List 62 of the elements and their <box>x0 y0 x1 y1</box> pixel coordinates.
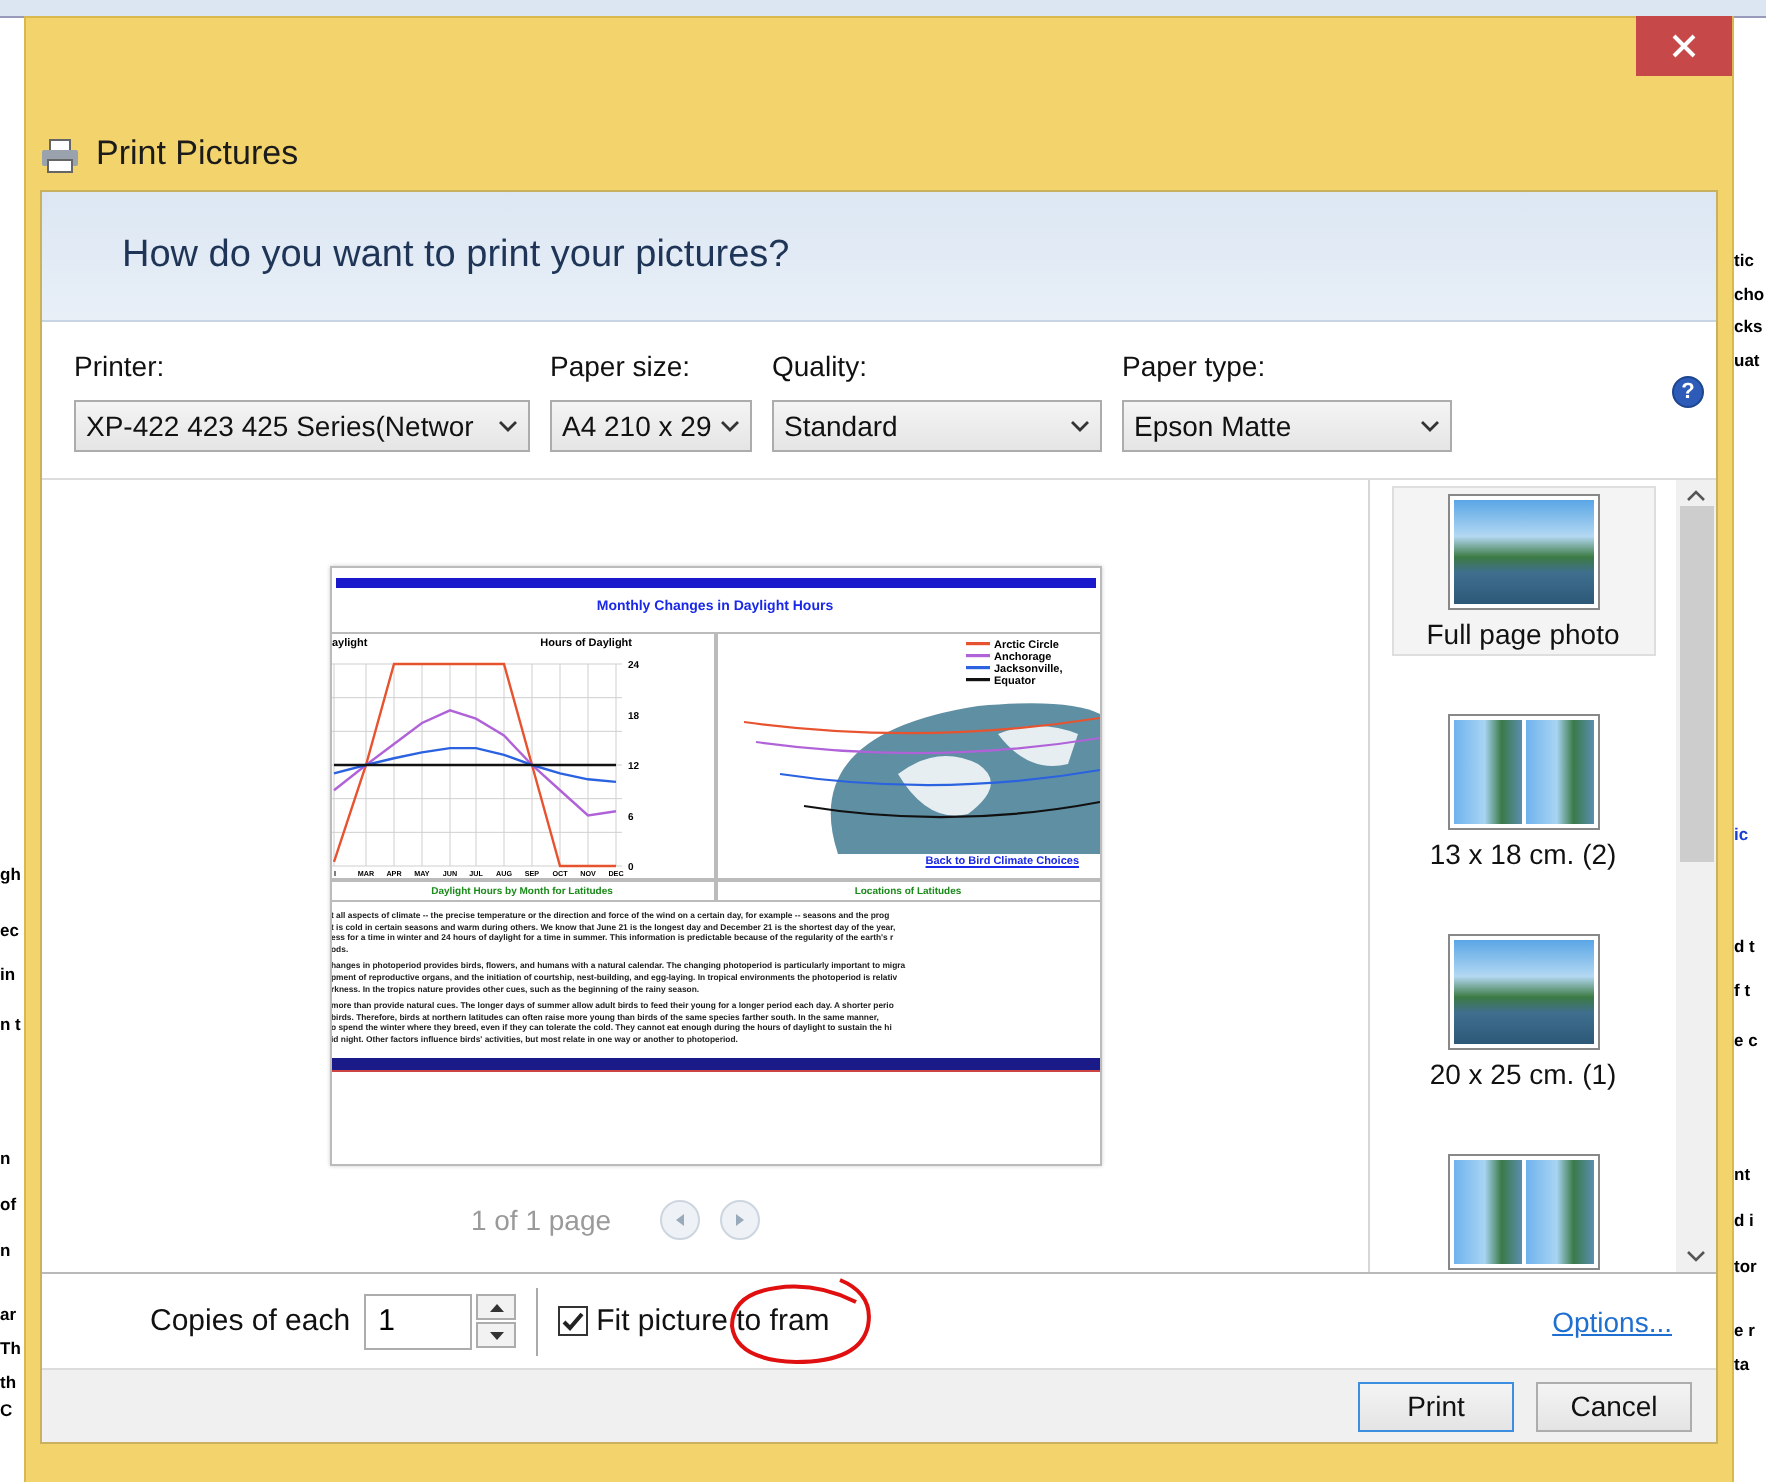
scrollbar[interactable] <box>1676 480 1716 1272</box>
layout-option[interactable]: 13 x 18 cm. (2) <box>1391 706 1655 876</box>
close-button[interactable] <box>1636 16 1732 76</box>
background-text: ec <box>0 920 21 940</box>
chevron-down-icon[interactable] <box>1686 1250 1706 1264</box>
dropdown[interactable]: XP-422 423 425 Series(Networ <box>74 400 530 452</box>
field-label: Paper size: <box>550 350 693 382</box>
background-text: n t <box>0 1014 23 1034</box>
copies-label: Copies of each <box>150 1304 351 1338</box>
chevron-down-icon <box>1420 420 1440 432</box>
copies-input[interactable]: 1 <box>364 1293 473 1349</box>
background-text: th <box>0 1372 19 1392</box>
background-text: gh <box>0 864 23 884</box>
background-text: ar <box>0 1304 19 1324</box>
printer-icon <box>40 138 80 174</box>
dialog-button[interactable]: Cancel <box>1536 1381 1692 1431</box>
dialog-heading: How do you want to print your pictures? <box>122 234 790 278</box>
background-text: ic <box>1734 824 1751 844</box>
chevron-up-icon[interactable] <box>1686 488 1706 502</box>
background-text: f t <box>1734 980 1753 1000</box>
background-text: nt <box>1734 1164 1753 1184</box>
field-label: Paper type: <box>1122 350 1268 382</box>
background-text: tic <box>1734 250 1756 270</box>
page-status: 1 of 1 page <box>470 1204 612 1236</box>
background-text: d i <box>1734 1210 1756 1230</box>
left-triangle-icon <box>671 1212 688 1228</box>
fit-picture-label[interactable]: Fit picture to fram <box>596 1304 830 1338</box>
field-label: Printer: <box>74 350 167 382</box>
up-triangle-icon <box>489 1303 504 1311</box>
dropdown[interactable]: Standard <box>772 400 1102 452</box>
background-text: e c <box>1734 1030 1760 1050</box>
chevron-down-icon <box>1070 420 1090 432</box>
help-button[interactable]: ? <box>1672 376 1704 408</box>
chevron-down-icon <box>498 420 518 432</box>
background-text: n <box>0 1240 13 1260</box>
down-triangle-icon <box>489 1331 504 1339</box>
decrement-button[interactable] <box>476 1322 517 1348</box>
background-text: cks <box>1734 316 1765 336</box>
background-text: d t <box>1734 936 1757 956</box>
chevron-down-icon <box>720 420 740 432</box>
dialog-button[interactable]: Print <box>1358 1381 1514 1431</box>
layout-option[interactable]: 20 x 25 cm. (1) <box>1391 926 1655 1096</box>
background-text: cho <box>1734 284 1766 304</box>
background-text: tor <box>1734 1256 1759 1276</box>
options-link[interactable]: Options... <box>1552 1305 1672 1337</box>
dropdown[interactable]: Epson Matte <box>1122 400 1452 452</box>
background-text: C <box>0 1400 15 1420</box>
background-text: Th <box>0 1338 23 1358</box>
window-title: Print Pictures <box>96 134 299 174</box>
dropdown[interactable]: A4 210 x 29 <box>550 400 752 452</box>
field-label: Quality: <box>772 350 869 382</box>
background-text: ta <box>1734 1354 1752 1374</box>
right-triangle-icon <box>731 1212 748 1228</box>
background-text: uat <box>1734 350 1762 370</box>
layout-option[interactable]: Full page photo <box>1391 486 1655 656</box>
close-icon <box>1672 34 1696 58</box>
background-text: n <box>0 1148 13 1168</box>
background-text: in <box>0 964 18 984</box>
background-text: of <box>0 1194 19 1214</box>
checkbox[interactable] <box>558 1306 589 1336</box>
background-text: e r <box>1734 1320 1757 1340</box>
increment-button[interactable] <box>476 1294 517 1320</box>
